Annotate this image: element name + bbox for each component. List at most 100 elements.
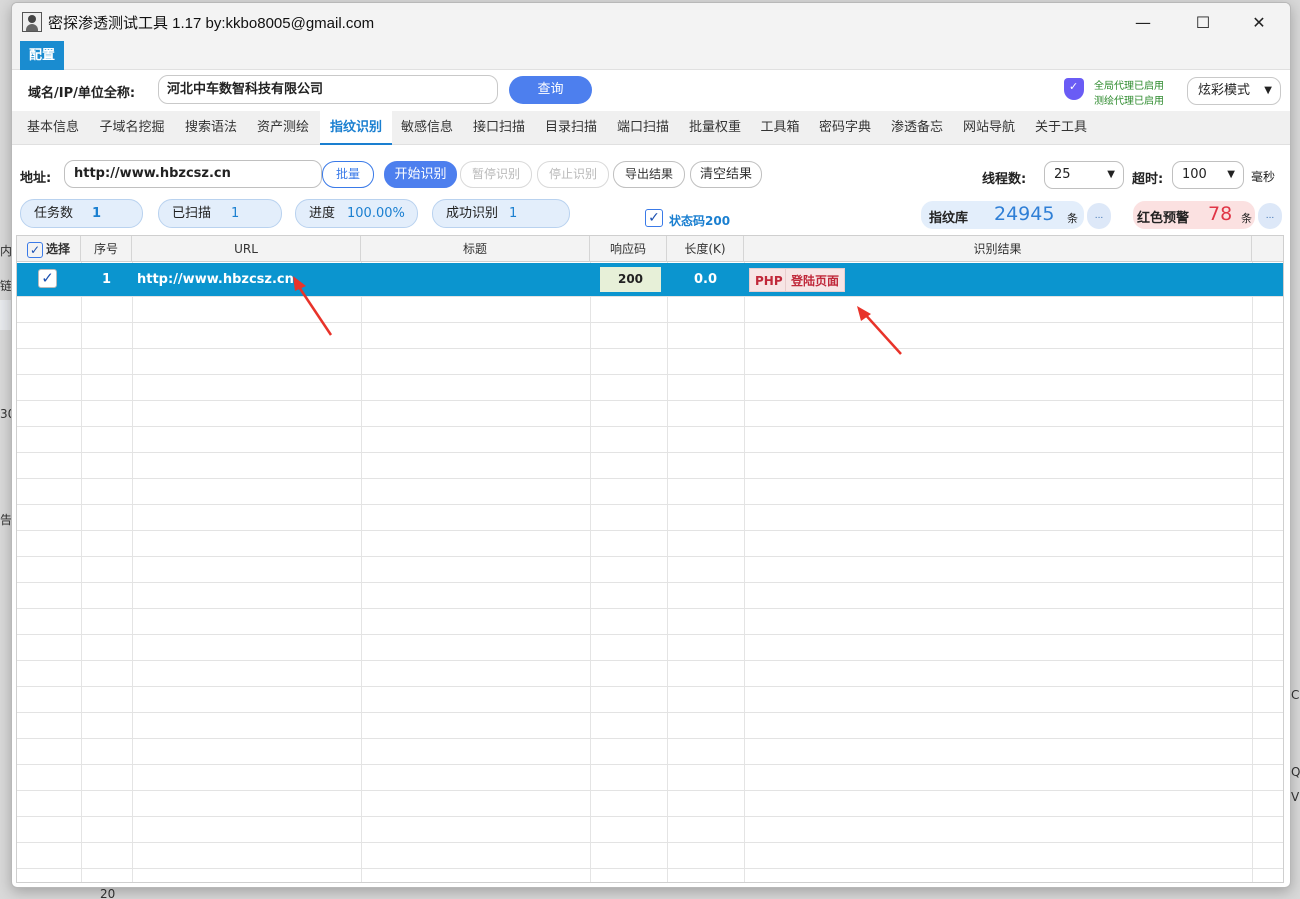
chevron-down-icon: ▼ — [1107, 169, 1115, 180]
tab-sensitive-info[interactable]: 敏感信息 — [394, 111, 460, 145]
address-label: 地址: — [20, 171, 52, 186]
success-value: 1 — [509, 206, 518, 221]
red-warning-more-button[interactable]: ... — [1258, 203, 1282, 229]
timeout-unit: 毫秒 — [1251, 170, 1276, 184]
empty-table-row — [17, 583, 1283, 609]
row-index: 1 — [101, 272, 112, 287]
fingerprint-lib-value: 24945 — [994, 203, 1055, 225]
row-checkbox[interactable]: ✓ — [38, 269, 57, 288]
results-table: ✓ 选择 序号 URL 标题 响应码 长度(K) 识别结果 ✓ 1 http://… — [16, 235, 1284, 883]
threads-label: 线程数: — [982, 172, 1027, 187]
select-all-checkbox[interactable]: ✓ — [26, 241, 43, 258]
menu-bar: 配置 — [12, 41, 1290, 70]
status200-label: 状态码200 — [669, 214, 731, 228]
red-warning-unit: 条 — [1241, 212, 1252, 225]
success-label: 成功识别 — [446, 206, 499, 221]
tasks-label: 任务数 — [34, 206, 74, 221]
scanned-value: 1 — [231, 206, 240, 221]
tab-api-scan[interactable]: 接口扫描 — [466, 111, 532, 145]
tab-batch-weight[interactable]: 批量权重 — [682, 111, 748, 145]
window-title: 密探渗透测试工具 1.17 by:kkbo8005@gmail.com — [48, 15, 375, 32]
fingerprint-lib-unit: 条 — [1067, 212, 1078, 225]
pause-button[interactable]: 暂停识别 — [460, 161, 532, 188]
tab-subdomain[interactable]: 子域名挖掘 — [92, 111, 172, 145]
empty-table-row — [17, 401, 1283, 427]
header-title[interactable]: 标题 — [361, 236, 590, 262]
progress-stat: 进度 100.00% — [295, 199, 418, 228]
header-select-label: 选择 — [45, 242, 70, 256]
empty-table-row — [17, 349, 1283, 375]
red-warning-value: 78 — [1208, 203, 1233, 225]
fingerprint-tag-login-page[interactable]: 登陆页面 — [785, 268, 846, 292]
mode-select[interactable]: 炫彩模式 ▼ — [1187, 77, 1281, 105]
tab-password-dict[interactable]: 密码字典 — [812, 111, 878, 145]
threads-select[interactable]: 25 ▼ — [1044, 161, 1124, 189]
tab-dir-scan[interactable]: 目录扫描 — [538, 111, 604, 145]
tab-toolbox[interactable]: 工具箱 — [754, 111, 806, 145]
proxy-shield-icon — [1064, 78, 1084, 100]
status200-checkbox[interactable]: ✓ — [645, 209, 663, 227]
annotation-arrow-result — [857, 306, 902, 355]
header-filler — [1252, 236, 1283, 262]
bg-right-a: C — [1291, 688, 1300, 702]
tab-search-syntax[interactable]: 搜索语法 — [178, 111, 244, 145]
fingerprint-lib-more-button[interactable]: ... — [1087, 203, 1111, 229]
tab-port-scan[interactable]: 端口扫描 — [610, 111, 676, 145]
empty-table-row — [17, 297, 1283, 323]
main-tabs: 基本信息 子域名挖掘 搜索语法 资产测绘 指纹识别 敏感信息 接口扫描 目录扫描… — [12, 111, 1290, 145]
tab-asset-mapping[interactable]: 资产测绘 — [250, 111, 316, 145]
tab-pentest-notes[interactable]: 渗透备忘 — [884, 111, 950, 145]
minimize-button[interactable]: — — [1120, 3, 1166, 41]
app-avatar-icon — [22, 12, 42, 32]
batch-button[interactable]: 批量 — [322, 161, 374, 188]
close-button[interactable]: ✕ — [1236, 3, 1282, 41]
app-window: 密探渗透测试工具 1.17 by:kkbo8005@gmail.com — ☐ … — [11, 2, 1291, 888]
fingerprint-tag-php[interactable]: PHP — [749, 268, 789, 292]
progress-label: 进度 — [309, 206, 336, 221]
header-code[interactable]: 响应码 — [590, 236, 667, 262]
bg-right-c: V — [1291, 790, 1300, 804]
annotation-arrow-url — [293, 276, 333, 336]
maximize-button[interactable]: ☐ — [1180, 3, 1226, 41]
control-row: 地址: http://www.hbzcsz.cn 批量 开始识别 暂停识别 停止… — [12, 153, 1290, 193]
empty-table-row — [17, 661, 1283, 687]
empty-table-row — [17, 635, 1283, 661]
progress-value: 100.00% — [347, 206, 405, 221]
timeout-value: 100 — [1182, 167, 1207, 182]
table-row[interactable]: ✓ 1 http://www.hbzcsz.cn 200 0.0 PHP 登陆页… — [17, 263, 1283, 297]
timeout-select[interactable]: 100 ▼ — [1172, 161, 1244, 189]
empty-table-row — [17, 427, 1283, 453]
header-url[interactable]: URL — [132, 236, 361, 262]
tab-basic-info[interactable]: 基本信息 — [20, 111, 86, 145]
tab-site-nav[interactable]: 网站导航 — [956, 111, 1022, 145]
threads-value: 25 — [1054, 167, 1071, 182]
tab-fingerprint[interactable]: 指纹识别 — [320, 111, 392, 145]
stop-button[interactable]: 停止识别 — [537, 161, 609, 188]
tab-about[interactable]: 关于工具 — [1028, 111, 1094, 145]
fingerprint-lib-box: 指纹库 24945 条 — [921, 201, 1084, 229]
start-button[interactable]: 开始识别 — [384, 161, 457, 188]
header-result[interactable]: 识别结果 — [744, 236, 1252, 262]
empty-table-row — [17, 765, 1283, 791]
tasks-value: 1 — [92, 206, 102, 221]
address-input[interactable]: http://www.hbzcsz.cn — [64, 160, 322, 188]
empty-table-row — [17, 687, 1283, 713]
tasks-stat: 任务数 1 — [20, 199, 143, 228]
empty-table-row — [17, 843, 1283, 869]
query-button[interactable]: 查询 — [509, 76, 592, 104]
menu-config[interactable]: 配置 — [20, 41, 65, 70]
query-row: 域名/IP/单位全称: 河北中车数智科技有限公司 查询 全局代理已启用 测绘代理… — [12, 70, 1290, 110]
bg-right-b: Q — [1291, 765, 1300, 779]
empty-table-row — [17, 739, 1283, 765]
clear-button[interactable]: 清空结果 — [690, 161, 762, 188]
empty-table-row — [17, 453, 1283, 479]
fingerprint-lib-label: 指纹库 — [929, 211, 969, 226]
row-length: 0.0 — [693, 272, 718, 287]
header-index[interactable]: 序号 — [81, 236, 132, 262]
domain-input[interactable]: 河北中车数智科技有限公司 — [158, 75, 498, 104]
proxy-test-status: 测绘代理已启用 — [1094, 96, 1164, 107]
row-title — [366, 263, 588, 296]
header-length[interactable]: 长度(K) — [667, 236, 744, 262]
export-button[interactable]: 导出结果 — [613, 161, 685, 188]
header-select[interactable]: ✓ 选择 — [17, 236, 81, 262]
